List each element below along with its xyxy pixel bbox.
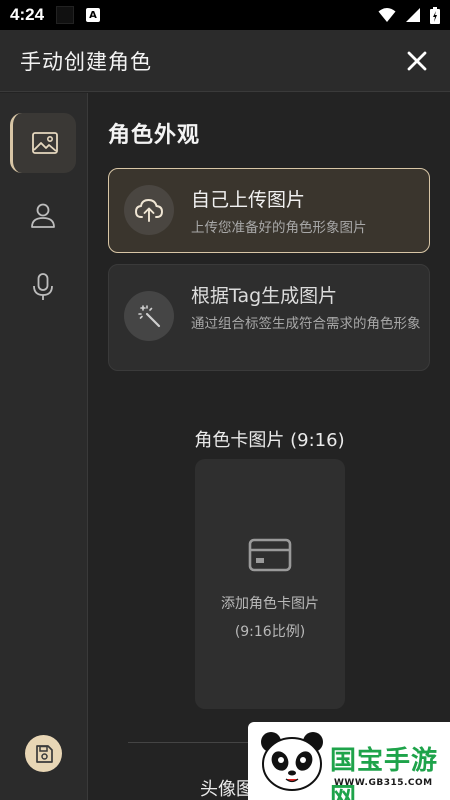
option-desc: 上传您准备好的角色形象图片 [191,220,367,236]
option-tag-generate[interactable]: 根据Tag生成图片 通过组合标签生成符合需求的角色形象 [108,264,430,371]
page-title: 手动创建角色 [20,49,152,74]
signal-icon [406,8,420,22]
avatar-image-label: 头像图 [200,779,254,800]
nav-item-profile[interactable] [10,185,76,245]
microphone-icon [33,273,53,300]
watermark: 国宝手游网 WWW.GB315.COM [248,722,450,800]
status-bar: 4:24 A [0,0,450,30]
option-title: 根据Tag生成图片 [191,285,338,307]
cloud-upload-icon [135,199,163,222]
option-icon-wrap [124,291,174,341]
option-icon-wrap [124,185,174,235]
card-icon [248,538,292,572]
option-desc: 通过组合标签生成符合需求的角色形象 [191,316,421,332]
nav-item-appearance[interactable] [10,113,76,173]
magic-wand-icon [138,305,161,328]
card-placeholder-text: 添加角色卡图片 [221,596,319,612]
watermark-url: WWW.GB315.COM [334,778,433,788]
person-icon [31,203,55,228]
battery-icon [430,6,440,24]
wifi-icon [378,8,396,22]
option-title: 自己上传图片 [191,189,306,211]
main-content: 角色外观 自己上传图片 上传您准备好的角色形象图片 根据Tag生成图片 通过组合… [89,93,450,800]
status-time: 4:24 [10,5,45,24]
side-nav [0,93,88,800]
save-icon [35,744,53,763]
app-notification-icon: A [86,8,101,22]
card-image-label: 角色卡图片 (9:16) [194,430,345,451]
panda-logo-icon [261,732,323,791]
close-icon [407,51,427,71]
close-button[interactable] [404,48,430,74]
section-title: 角色外观 [108,123,201,148]
save-button[interactable] [25,735,62,772]
notification-icon [56,6,75,24]
header: 手动创建角色 [0,30,450,92]
card-placeholder-ratio: (9:16比例) [234,624,306,640]
image-icon [31,132,58,154]
nav-item-voice[interactable] [10,257,76,317]
option-upload-image[interactable]: 自己上传图片 上传您准备好的角色形象图片 [108,168,430,253]
add-card-image-button[interactable]: 添加角色卡图片 (9:16比例) [195,459,345,709]
watermark-text: 国宝手游网 [330,746,439,800]
